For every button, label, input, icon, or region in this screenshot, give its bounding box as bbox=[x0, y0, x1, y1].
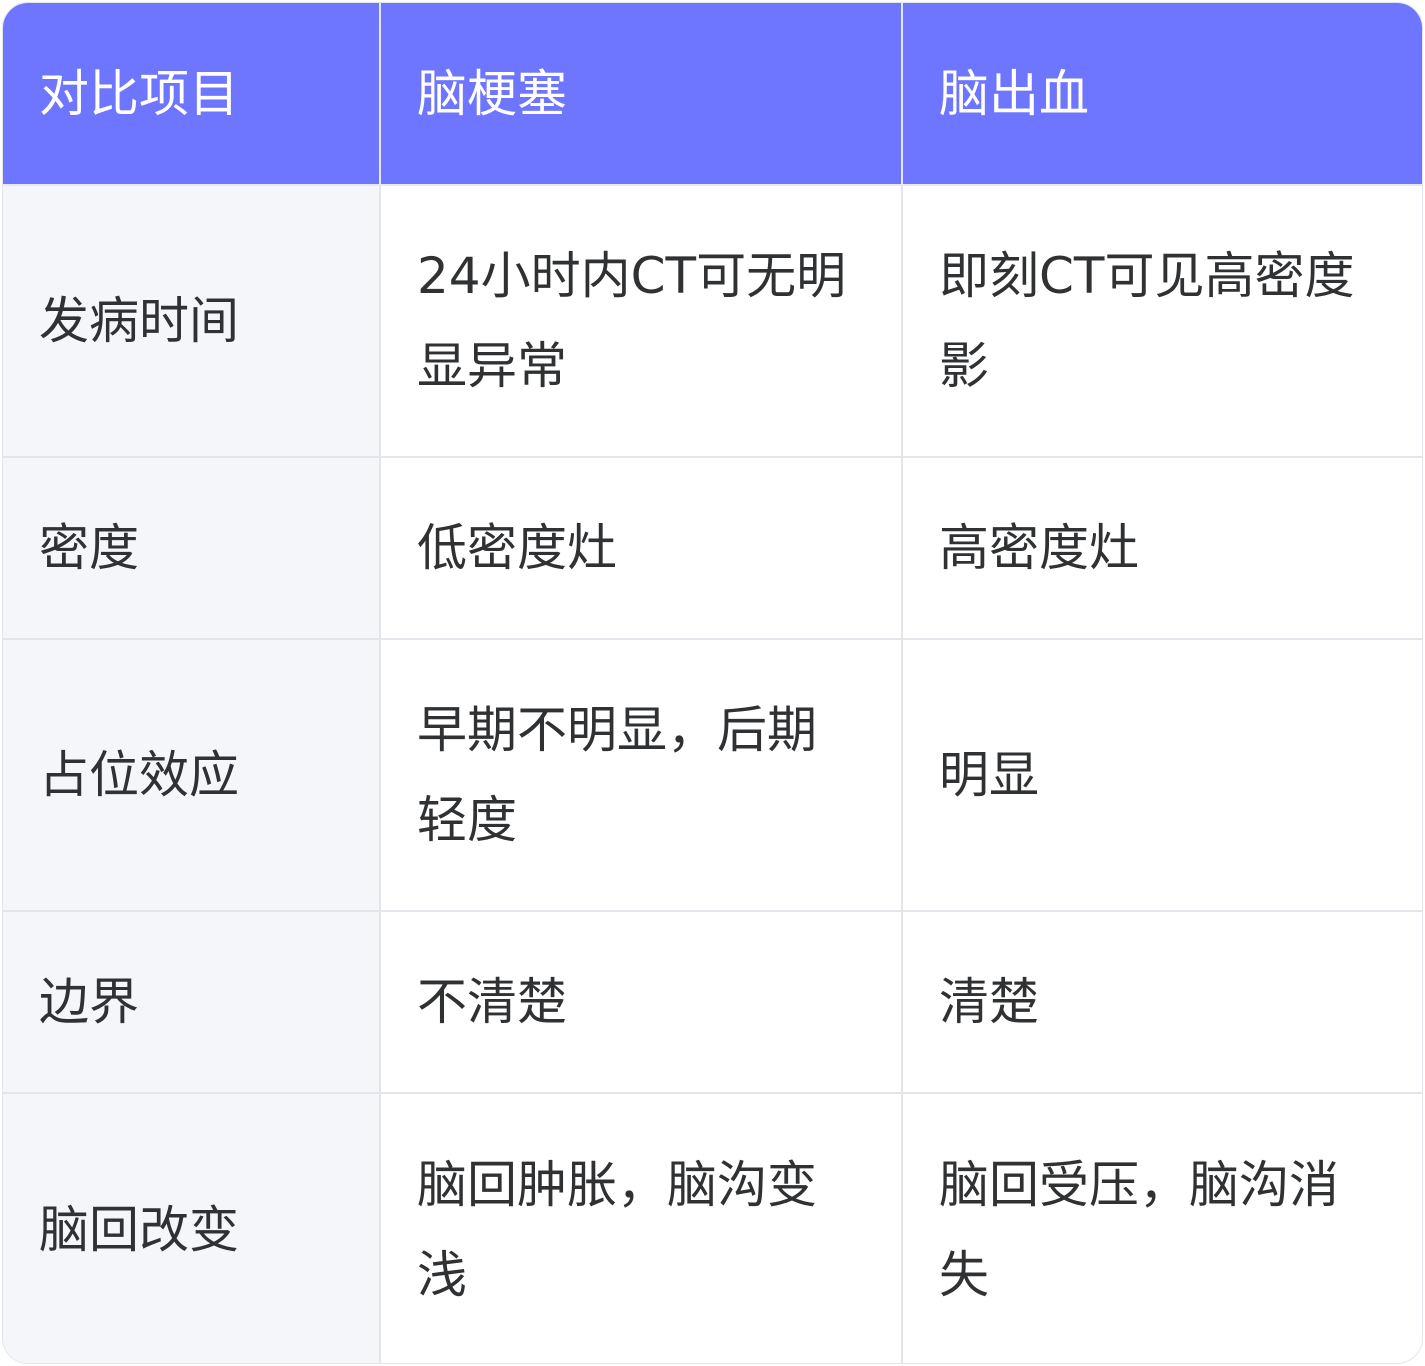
table-row: 发病时间 24小时内CT可无明显异常 即刻CT可见高密度影 bbox=[3, 185, 1422, 458]
table-cell: 脑回肿胀，脑沟变浅 bbox=[380, 1093, 903, 1363]
header-row: 对比项目 脑梗塞 脑出血 bbox=[3, 3, 1422, 186]
row-label: 脑回改变 bbox=[3, 1093, 381, 1363]
header-cell-item: 对比项目 bbox=[3, 3, 381, 186]
table-cell: 脑回受压，脑沟消失 bbox=[939, 1155, 1339, 1304]
table-cell: 高密度灶 bbox=[902, 457, 1422, 640]
row-label: 发病时间 bbox=[3, 185, 381, 458]
table-cell: 明显 bbox=[902, 639, 1422, 912]
table-row: 密度 低密度灶 高密度灶 bbox=[3, 457, 1422, 640]
header-cell-hemorrhage: 脑出血 bbox=[902, 3, 1422, 186]
row-label: 密度 bbox=[3, 457, 381, 640]
table-cell: 24小时内CT可无明显异常 bbox=[380, 185, 903, 458]
table-cell: 不清楚 bbox=[380, 911, 903, 1094]
table-cell: 低密度灶 bbox=[380, 457, 903, 640]
table-cell: 早期不明显，后期轻度 bbox=[380, 639, 903, 912]
header-cell-infarction: 脑梗塞 bbox=[380, 3, 903, 186]
row-label: 边界 bbox=[3, 911, 381, 1094]
comparison-table-container: 对比项目 脑梗塞 脑出血 发病时间 24小时内CT可无明显异常 即刻CT可见高密… bbox=[2, 2, 1423, 1364]
table-row: 边界 不清楚 清楚 bbox=[3, 911, 1422, 1094]
table-row: 脑回改变 脑回肿胀，脑沟变浅 脑回受压，脑沟消失 bbox=[3, 1093, 1422, 1363]
table-header: 对比项目 脑梗塞 脑出血 bbox=[3, 3, 1422, 186]
table-cell: 清楚 bbox=[902, 911, 1422, 1094]
comparison-table: 对比项目 脑梗塞 脑出血 发病时间 24小时内CT可无明显异常 即刻CT可见高密… bbox=[3, 3, 1422, 1363]
row-label: 占位效应 bbox=[3, 639, 381, 912]
table-body: 发病时间 24小时内CT可无明显异常 即刻CT可见高密度影 密度 低密度灶 高密… bbox=[3, 185, 1422, 1363]
table-cell: 即刻CT可见高密度影 bbox=[902, 185, 1422, 458]
table-row: 占位效应 早期不明显，后期轻度 明显 bbox=[3, 639, 1422, 912]
